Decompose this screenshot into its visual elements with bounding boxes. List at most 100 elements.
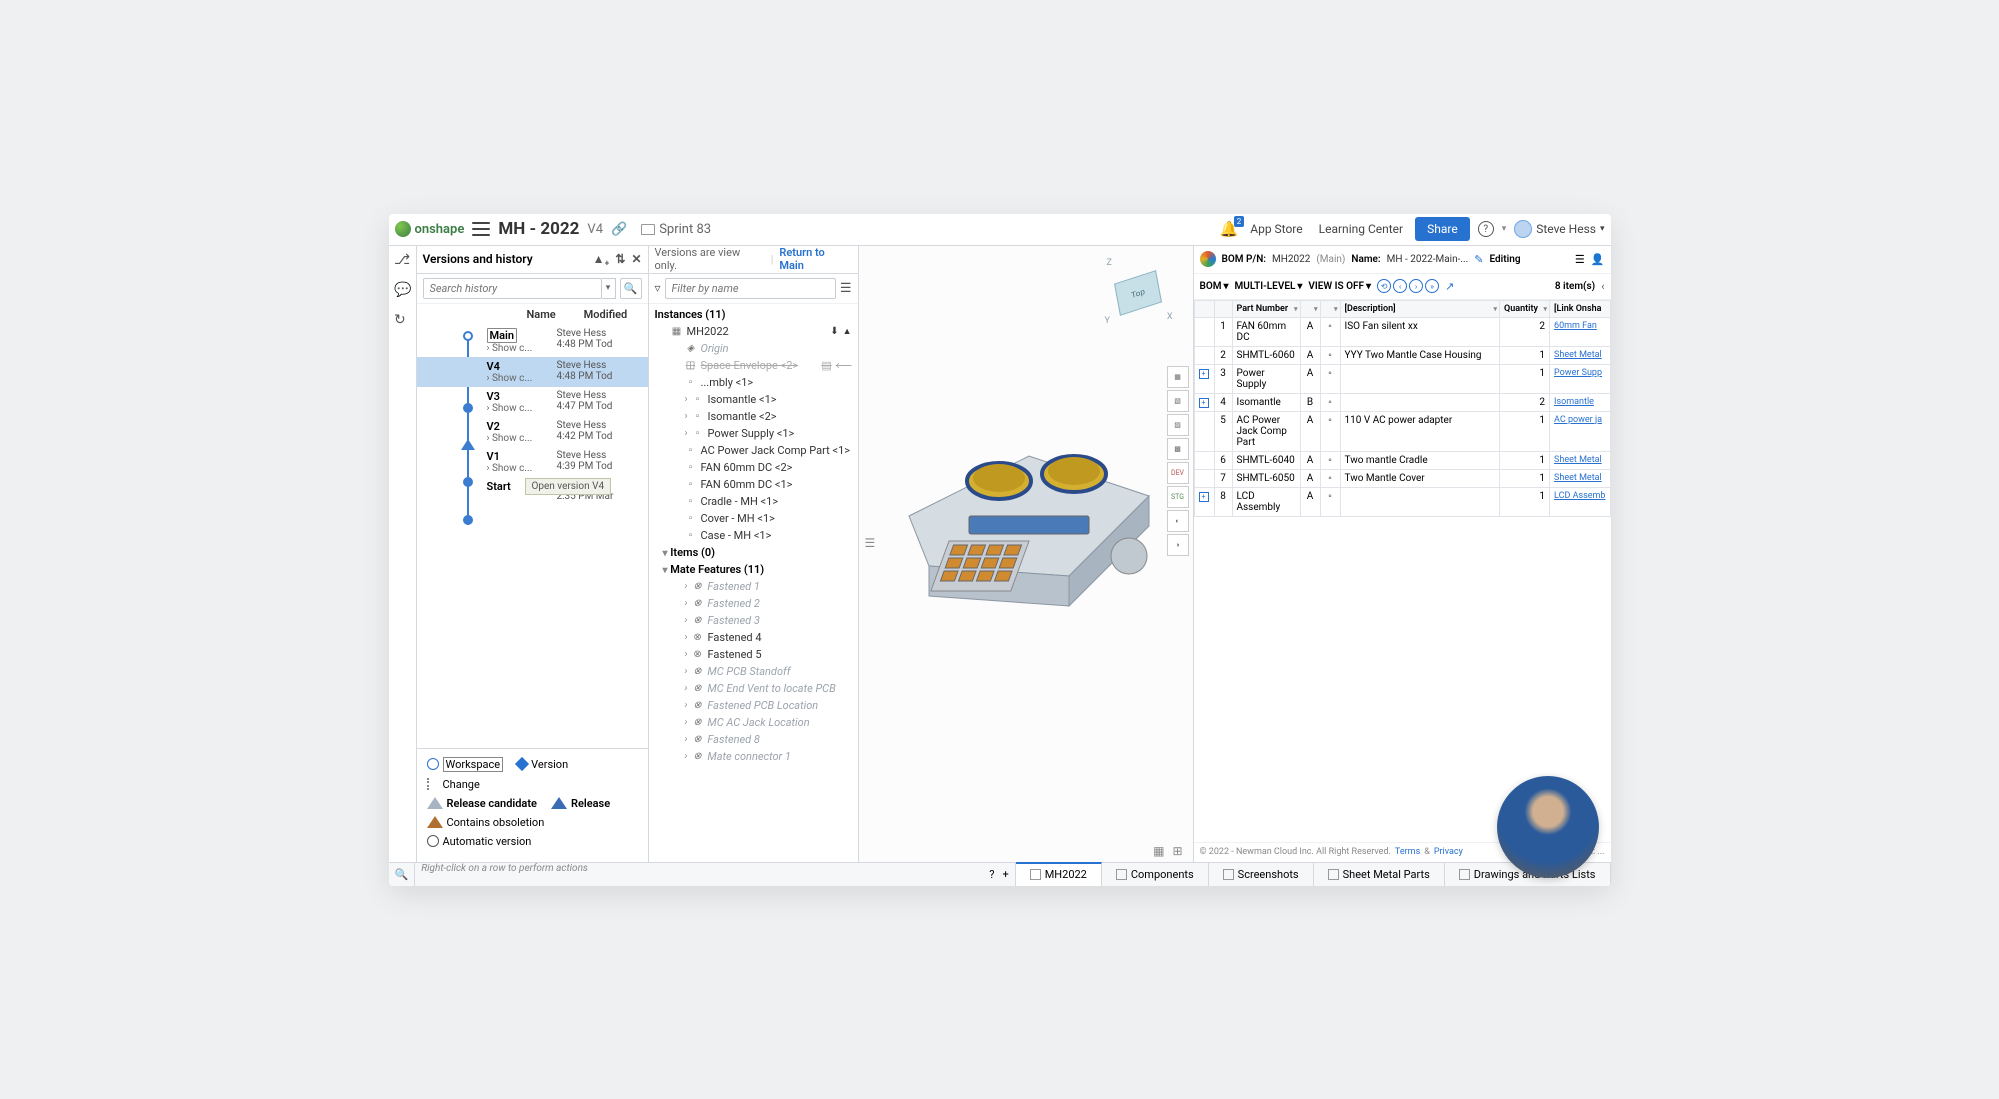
mate-item[interactable]: › ⊗ Fastened 8 xyxy=(649,731,858,748)
view-dd[interactable]: VIEW IS OFF ▾ xyxy=(1308,281,1371,292)
footer-terms-link[interactable]: Terms xyxy=(1395,847,1420,857)
download-icon[interactable]: ⬇ xyxy=(830,326,838,337)
mate-item[interactable]: › ⊗ Fastened 5 xyxy=(649,646,858,663)
expand-icon[interactable]: + xyxy=(1199,369,1209,379)
side-tool-4[interactable]: ▩ xyxy=(1167,438,1189,460)
bom-menu-icon[interactable]: ☰ xyxy=(1575,253,1585,266)
link-icon[interactable]: 🔗 xyxy=(611,222,627,237)
tab[interactable]: Screenshots xyxy=(1209,863,1314,886)
version-chip[interactable]: V4 xyxy=(587,222,603,237)
bom-row[interactable]: 5AC Power Jack Comp PartA◦110 V AC power… xyxy=(1194,411,1610,451)
search-dropdown-icon[interactable]: ▾ xyxy=(602,278,616,299)
bom-row[interactable]: 1FAN 60mm DCA◦ISO Fan silent xx260mm Fan xyxy=(1194,317,1610,346)
row-icon-a[interactable]: ▤ xyxy=(821,359,831,372)
row-icon-b[interactable]: ⟵ xyxy=(836,359,852,372)
appstore-link[interactable]: App Store xyxy=(1246,222,1306,236)
tree-item[interactable]: ▫ Case - MH <1> xyxy=(649,527,858,544)
comments-icon[interactable]: 💬 xyxy=(394,282,410,298)
search-history-input[interactable] xyxy=(423,278,602,299)
tree-item[interactable]: ▫ ...mbly <1> xyxy=(649,374,858,391)
bom-row[interactable]: +8LCD AssemblyA◦1LCD Assemb xyxy=(1194,487,1610,516)
mate-item[interactable]: › ⊗ MC End Vent to locate PCB xyxy=(649,680,858,697)
user-menu[interactable]: Steve Hess ▾ xyxy=(1514,220,1604,238)
create-version-icon[interactable]: ▲₊ xyxy=(593,252,610,266)
hamburger-icon[interactable] xyxy=(472,222,490,236)
search-button[interactable]: 🔍 xyxy=(620,278,642,299)
tab[interactable]: Components xyxy=(1102,863,1209,886)
tree-item[interactable]: › ▫ Isomantle <2> xyxy=(649,408,858,425)
tab[interactable]: Sheet Metal Parts xyxy=(1314,863,1445,886)
mate-item[interactable]: › ⊗ Fastened PCB Location xyxy=(649,697,858,714)
ruler-icon-2[interactable]: ⊞ xyxy=(1172,844,1182,858)
list-view-icon[interactable]: ☰ xyxy=(840,281,852,296)
nav-prev-icon[interactable]: ‹ xyxy=(1393,279,1407,293)
side-tool-stg[interactable]: STG xyxy=(1167,486,1189,508)
side-tool-7[interactable]: ◐ xyxy=(1167,510,1189,532)
return-to-main-link[interactable]: Return to Main xyxy=(779,246,851,272)
collapse-icon[interactable]: ‹ xyxy=(1601,280,1604,293)
tree-space-envelope[interactable]: ◫Space Envelope <2>▤⟵ xyxy=(649,357,858,374)
nav-first-icon[interactable]: ⟲ xyxy=(1377,279,1391,293)
view-cube[interactable]: Top Z X Y xyxy=(1103,256,1173,326)
tab-help-icon[interactable]: ? xyxy=(989,868,994,881)
mate-item[interactable]: › ⊗ MC PCB Standoff xyxy=(649,663,858,680)
mate-item[interactable]: › ⊗ Fastened 4 xyxy=(649,629,858,646)
3d-canvas[interactable]: Top Z X Y ▦ ▧ ▨ ▩ DEV STG ◐ ◑ xyxy=(859,246,1193,862)
document-title[interactable]: MH - 2022 xyxy=(498,219,579,239)
expand-icon[interactable]: + xyxy=(1199,398,1209,408)
close-icon[interactable]: ✕ xyxy=(631,252,641,266)
tab-search-icon[interactable]: 🔍 xyxy=(395,868,409,881)
tree-item[interactable]: ▫ Cover - MH <1> xyxy=(649,510,858,527)
bom-user-icon[interactable]: 👤 xyxy=(1591,253,1605,266)
tree-item[interactable]: › ▫ Power Supply <1> xyxy=(649,425,858,442)
pencil-icon[interactable]: ✎ xyxy=(1474,253,1483,266)
tree-item[interactable]: ▫ Cradle - MH <1> xyxy=(649,493,858,510)
nav-last-icon[interactable]: » xyxy=(1425,279,1439,293)
expand-icon[interactable]: + xyxy=(1199,492,1209,502)
tree-item[interactable]: ▫ FAN 60mm DC <1> xyxy=(649,476,858,493)
mate-item[interactable]: › ⊗ Fastened 3 xyxy=(649,612,858,629)
export-icon[interactable]: ↗ xyxy=(1445,280,1454,293)
version-row[interactable]: V4› Show c...Steve Hess4:48 PM Tod xyxy=(417,357,648,387)
bom-row[interactable]: 7SHMTL-6050A◦Two Mantle Cover1Sheet Meta… xyxy=(1194,469,1610,487)
version-row[interactable]: V3› Show c...Steve Hess4:47 PM Tod xyxy=(417,387,648,417)
graph-icon[interactable]: ⎇ xyxy=(394,252,410,268)
tab[interactable]: MH2022 xyxy=(1016,862,1102,886)
items-header[interactable]: ▾ Items (0) xyxy=(649,544,858,561)
mate-item[interactable]: › ⊗ MC AC Jack Location xyxy=(649,714,858,731)
footer-privacy-link[interactable]: Privacy xyxy=(1434,847,1463,857)
side-tool-dev[interactable]: DEV xyxy=(1167,462,1189,484)
version-row[interactable]: Main› Show c...Steve Hess4:48 PM Tod xyxy=(417,325,648,357)
mates-header[interactable]: ▾ Mate Features (11) xyxy=(649,561,858,578)
tab-add-icon[interactable]: + xyxy=(1002,868,1008,881)
bom-row[interactable]: 6SHMTL-6040A◦Two mantle Cradle1Sheet Met… xyxy=(1194,451,1610,469)
tree-item[interactable]: ▫ FAN 60mm DC <2> xyxy=(649,459,858,476)
side-tool-2[interactable]: ▧ xyxy=(1167,390,1189,412)
mate-item[interactable]: › ⊗ Fastened 1 xyxy=(649,578,858,595)
side-tool-3[interactable]: ▨ xyxy=(1167,414,1189,436)
mate-item[interactable]: › ⊗ Mate connector 1 xyxy=(649,748,858,765)
notifications-icon[interactable]: 🔔2 xyxy=(1220,220,1239,238)
version-row[interactable]: V2› Show c...Steve Hess4:42 PM Tod xyxy=(417,417,648,447)
tree-root[interactable]: ▦ MH2022 ⬇ ▲ xyxy=(649,323,858,340)
filter-icon[interactable]: ▿ xyxy=(655,281,661,295)
compare-icon[interactable]: ⇅ xyxy=(615,252,625,266)
bom-row[interactable]: +3Power SupplyA◦1Power Supp xyxy=(1194,364,1610,393)
ruler-icon-1[interactable]: ▦ xyxy=(1153,844,1164,858)
side-tool-1[interactable]: ▦ xyxy=(1167,366,1189,388)
learning-link[interactable]: Learning Center xyxy=(1315,222,1407,236)
tree-item[interactable]: ▫ AC Power Jack Comp Part <1> xyxy=(649,442,858,459)
side-tool-8[interactable]: ◑ xyxy=(1167,534,1189,556)
tree-item[interactable]: › ▫ Isomantle <1> xyxy=(649,391,858,408)
bom-row[interactable]: 2SHMTL-6060A◦YYY Two Mantle Case Housing… xyxy=(1194,346,1610,364)
share-button[interactable]: Share xyxy=(1415,217,1470,241)
bom-dd[interactable]: BOM ▾ xyxy=(1200,281,1229,292)
bom-row[interactable]: +4IsomantleB◦2Isomantle xyxy=(1194,393,1610,411)
version-row[interactable]: V1› Show c...Steve Hess4:39 PM Tod xyxy=(417,447,648,477)
help-icon[interactable]: ? xyxy=(1478,221,1494,237)
filter-name-input[interactable] xyxy=(665,278,836,299)
triangle-icon[interactable]: ▲ xyxy=(843,326,852,337)
instances-header[interactable]: Instances (11) xyxy=(649,306,858,323)
history-icon[interactable]: ↻ xyxy=(394,312,410,328)
folder-breadcrumb[interactable]: Sprint 83 xyxy=(641,222,711,237)
